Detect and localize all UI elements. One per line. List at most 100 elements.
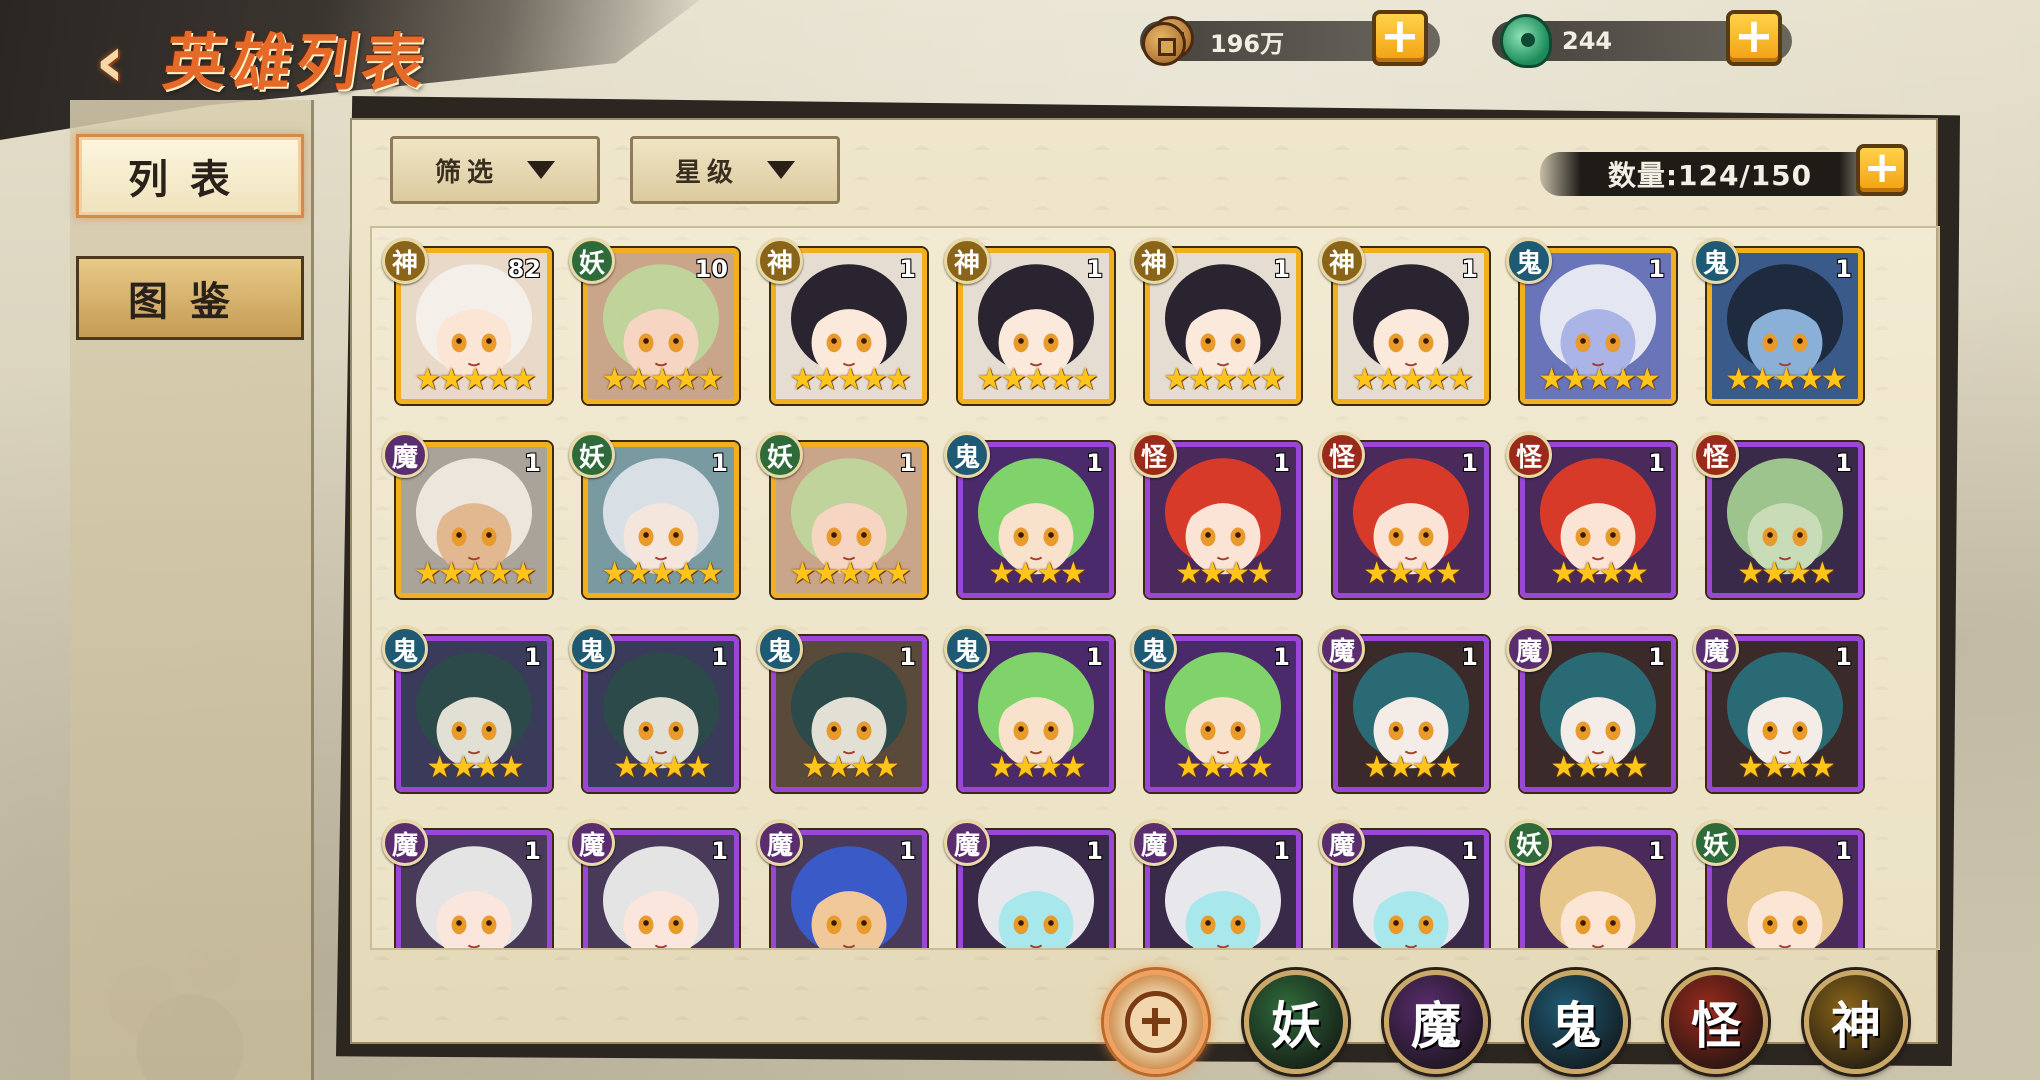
faction-badge: 鬼 bbox=[382, 626, 428, 672]
hero-level: 1 bbox=[899, 255, 916, 283]
star-dropdown[interactable]: 星级 bbox=[630, 136, 840, 204]
hero-stars: ★★★★ bbox=[1737, 750, 1836, 785]
hero-level: 1 bbox=[1086, 255, 1103, 283]
hero-stars: ★★★★★ bbox=[789, 556, 911, 591]
tab-list[interactable]: 列表 bbox=[76, 134, 304, 218]
faction-badge: 魔 bbox=[382, 432, 428, 478]
faction-badge: 魔 bbox=[1319, 820, 1365, 866]
faction-badge: 怪 bbox=[1693, 432, 1739, 478]
hero-level: 1 bbox=[1273, 255, 1290, 283]
hero-level: 1 bbox=[1273, 643, 1290, 671]
hero-level: 1 bbox=[1461, 643, 1478, 671]
hero-level: 1 bbox=[1648, 255, 1665, 283]
faction-badge: 鬼 bbox=[757, 626, 803, 672]
hero-stars: ★★★★★ bbox=[1538, 362, 1660, 397]
hero-level: 1 bbox=[1835, 255, 1852, 283]
hero-stars: ★★★★★ bbox=[1351, 362, 1473, 397]
faction-badge: 鬼 bbox=[1506, 238, 1552, 284]
hero-level: 1 bbox=[1461, 449, 1478, 477]
add-jade-button[interactable]: + bbox=[1726, 10, 1782, 66]
tab-codex[interactable]: 图鉴 bbox=[76, 256, 304, 340]
hero-level: 1 bbox=[1835, 643, 1852, 671]
faction-all-button[interactable] bbox=[1104, 970, 1208, 1074]
hero-level: 1 bbox=[1835, 449, 1852, 477]
faction-badge: 魔 bbox=[569, 820, 615, 866]
hero-level: 1 bbox=[524, 643, 541, 671]
hero-level: 1 bbox=[1648, 643, 1665, 671]
hero-stars: ★★★★ bbox=[1175, 750, 1274, 785]
faction-badge: 鬼 bbox=[1693, 238, 1739, 284]
hero-level: 1 bbox=[1461, 255, 1478, 283]
hero-stars: ★★★★★ bbox=[414, 556, 536, 591]
hero-level: 1 bbox=[1086, 449, 1103, 477]
hero-stars: ★★★★★ bbox=[789, 362, 911, 397]
faction-badge: 神 bbox=[1131, 238, 1177, 284]
hero-stars: ★★★★ bbox=[1550, 556, 1649, 591]
hero-stars: ★★★★★ bbox=[414, 362, 536, 397]
faction-badge: 鬼 bbox=[944, 626, 990, 672]
faction-badge: 怪 bbox=[1131, 432, 1177, 478]
hero-level: 1 bbox=[1273, 449, 1290, 477]
hero-count: 数量:124/150 bbox=[1540, 152, 1880, 196]
faction-badge: 妖 bbox=[757, 432, 803, 478]
hero-stars: ★★★★★ bbox=[1725, 362, 1847, 397]
faction-badge: 魔 bbox=[757, 820, 803, 866]
jade-icon bbox=[1500, 14, 1552, 68]
faction-badge: 怪 bbox=[1319, 432, 1365, 478]
filter-dropdown[interactable]: 筛选 bbox=[390, 136, 600, 204]
faction-filter-button[interactable]: 神 bbox=[1804, 970, 1908, 1074]
faction-badge: 鬼 bbox=[944, 432, 990, 478]
faction-badge: 妖 bbox=[569, 238, 615, 284]
hero-stars: ★★★★ bbox=[1175, 556, 1274, 591]
hero-level: 1 bbox=[899, 837, 916, 865]
faction-badge: 神 bbox=[382, 238, 428, 284]
hero-level: 10 bbox=[694, 255, 728, 283]
faction-badge: 鬼 bbox=[569, 626, 615, 672]
back-button[interactable]: ‹ bbox=[70, 19, 150, 103]
hero-stars: ★★★★ bbox=[1363, 556, 1462, 591]
hero-level: 1 bbox=[1648, 449, 1665, 477]
hero-level: 1 bbox=[711, 643, 728, 671]
faction-badge: 神 bbox=[944, 238, 990, 284]
faction-badge: 魔 bbox=[1693, 626, 1739, 672]
hero-stars: ★★★★ bbox=[1737, 556, 1836, 591]
hero-level: 1 bbox=[899, 449, 916, 477]
faction-badge: 神 bbox=[1319, 238, 1365, 284]
hero-level: 1 bbox=[1086, 643, 1103, 671]
faction-badge: 魔 bbox=[1131, 820, 1177, 866]
hero-stars: ★★★★ bbox=[988, 750, 1087, 785]
faction-badge: 妖 bbox=[569, 432, 615, 478]
add-coins-button[interactable]: + bbox=[1372, 10, 1428, 66]
hero-stars: ★★★★ bbox=[988, 556, 1087, 591]
coin-icon bbox=[1140, 16, 1200, 66]
hero-level: 1 bbox=[1086, 837, 1103, 865]
hero-level: 1 bbox=[524, 837, 541, 865]
expand-capacity-button[interactable]: + bbox=[1856, 144, 1908, 196]
hero-stars: ★★★★★ bbox=[601, 556, 723, 591]
hero-stars: ★★★★★ bbox=[1163, 362, 1285, 397]
hero-level: 1 bbox=[711, 449, 728, 477]
hero-stars: ★★★★ bbox=[801, 750, 900, 785]
hero-grid: 82 ★★★★★ 神 10 ★★★★★ 妖 1 ★★★★★ 神 1 ★★★★★ … bbox=[370, 226, 1940, 950]
faction-badge: 妖 bbox=[1693, 820, 1739, 866]
faction-filter-button[interactable]: 妖 bbox=[1244, 970, 1348, 1074]
hero-level: 1 bbox=[1461, 837, 1478, 865]
hero-level: 1 bbox=[524, 449, 541, 477]
faction-filter-button[interactable]: 鬼 bbox=[1524, 970, 1628, 1074]
hero-stars: ★★★★ bbox=[1550, 750, 1649, 785]
hero-level: 1 bbox=[1273, 837, 1290, 865]
hero-level: 82 bbox=[507, 255, 541, 283]
faction-filter-button[interactable]: 怪 bbox=[1664, 970, 1768, 1074]
faction-badge: 魔 bbox=[944, 820, 990, 866]
hero-level: 1 bbox=[711, 837, 728, 865]
hero-stars: ★★★★★ bbox=[601, 362, 723, 397]
jade-amount: 244 bbox=[1562, 27, 1613, 55]
hero-level: 1 bbox=[899, 643, 916, 671]
hero-stars: ★★★★ bbox=[1363, 750, 1462, 785]
faction-badge: 妖 bbox=[1506, 820, 1552, 866]
hero-stars: ★★★★★ bbox=[976, 362, 1098, 397]
faction-badge: 魔 bbox=[1319, 626, 1365, 672]
hero-stars: ★★★★ bbox=[613, 750, 712, 785]
faction-filter-button[interactable]: 魔 bbox=[1384, 970, 1488, 1074]
hero-stars: ★★★★ bbox=[426, 750, 525, 785]
